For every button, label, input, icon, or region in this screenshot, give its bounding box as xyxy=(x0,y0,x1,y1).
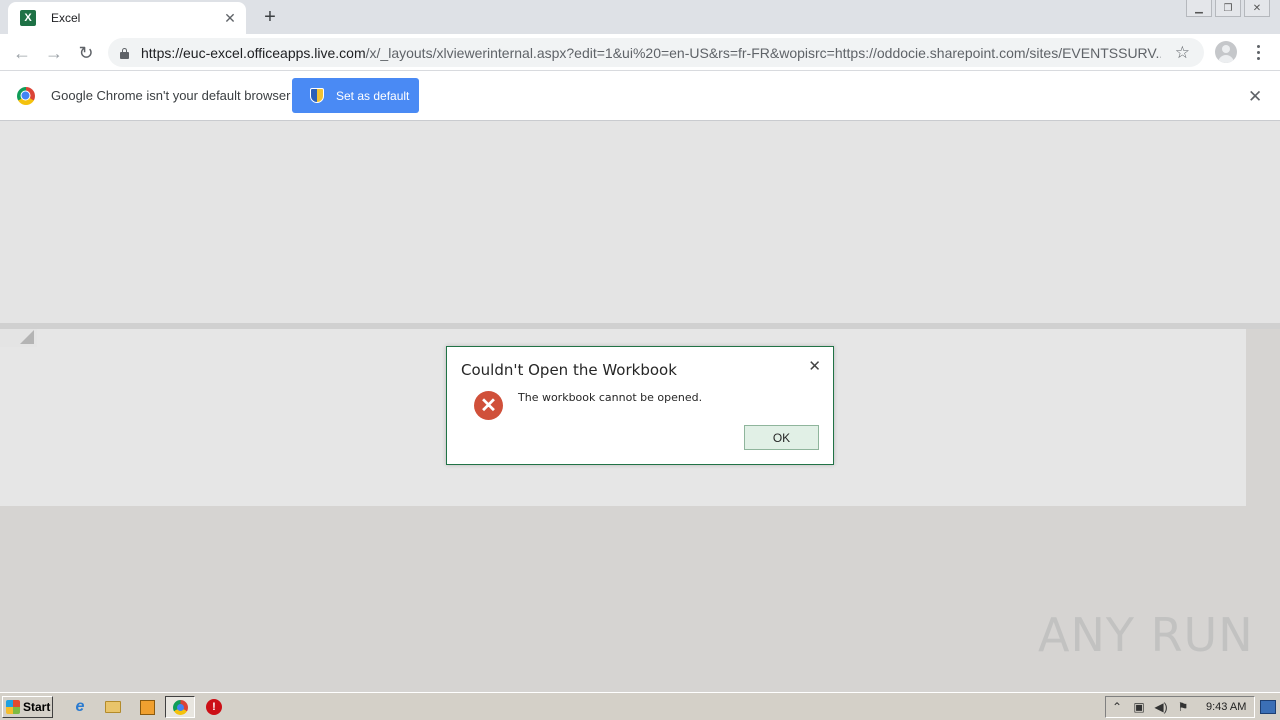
dialog-message: The workbook cannot be opened. xyxy=(518,391,703,404)
excel-icon: X xyxy=(20,10,36,26)
set-as-default-label: Set as default xyxy=(336,88,410,103)
start-label: Start xyxy=(23,700,51,714)
error-dialog: Couldn't Open the Workbook ✕ ✕ The workb… xyxy=(446,346,834,465)
set-as-default-button[interactable]: Set as default xyxy=(292,78,419,113)
action-center-flag-icon[interactable]: ⚑ xyxy=(1172,700,1194,714)
uac-shield-icon xyxy=(310,88,324,103)
infobar-message: Google Chrome isn't your default browser xyxy=(51,88,291,103)
default-browser-infobar: Google Chrome isn't your default browser… xyxy=(0,71,1280,121)
folder-icon[interactable] xyxy=(104,698,122,716)
chrome-icon xyxy=(172,699,188,715)
url-text: https://euc-excel.officeapps.live.com/x/… xyxy=(141,45,1161,61)
chrome-taskbar-button[interactable] xyxy=(165,696,195,718)
volume-icon[interactable]: ◀) xyxy=(1150,700,1172,714)
select-all-corner[interactable] xyxy=(0,329,37,347)
tab-close-icon[interactable]: ✕ xyxy=(222,10,238,26)
media-player-icon[interactable] xyxy=(138,698,156,716)
anyrun-watermark: ANY RUN xyxy=(1038,608,1254,662)
chrome-logo-icon xyxy=(17,87,35,105)
tray-expand-icon[interactable]: ⌃ xyxy=(1106,700,1128,714)
tab-strip: X Excel ✕ + ▁ ❐ ✕ xyxy=(0,0,1280,34)
kebab-menu-icon[interactable] xyxy=(1250,42,1266,62)
tab-excel[interactable]: X Excel ✕ xyxy=(8,2,246,34)
show-desktop-icon[interactable] xyxy=(1260,700,1276,714)
profile-avatar-icon[interactable] xyxy=(1215,41,1237,63)
window-controls: ▁ ❐ ✕ xyxy=(1186,0,1270,17)
dialog-close-icon[interactable]: ✕ xyxy=(808,357,821,375)
restore-button[interactable]: ❐ xyxy=(1215,0,1241,17)
ok-button[interactable]: OK xyxy=(744,425,819,450)
internet-explorer-icon[interactable]: e xyxy=(71,698,89,716)
ribbon-placeholder xyxy=(0,121,1280,323)
minimize-button[interactable]: ▁ xyxy=(1186,0,1212,17)
opera-icon[interactable]: ! xyxy=(205,698,223,716)
url-host: https://euc-excel.officeapps.live.com xyxy=(141,44,366,61)
bookmark-star-icon[interactable]: ☆ xyxy=(1175,43,1190,63)
windows-flag-icon xyxy=(6,700,20,714)
start-button[interactable]: Start xyxy=(2,696,53,718)
infobar-close-icon[interactable]: ✕ xyxy=(1248,87,1262,107)
reload-icon[interactable]: ↻ xyxy=(74,41,98,65)
clock[interactable]: 9:43 AM xyxy=(1206,701,1246,713)
system-tray: ⌃ ▣ ◀) ⚑ 9:43 AM xyxy=(1105,696,1255,718)
back-arrow-icon[interactable]: ← xyxy=(10,41,34,65)
new-tab-button[interactable]: + xyxy=(258,6,282,28)
forward-arrow-icon[interactable]: → xyxy=(42,41,66,65)
error-icon: ✕ xyxy=(474,391,503,420)
browser-toolbar: ← → ↻ https://euc-excel.officeapps.live.… xyxy=(0,34,1280,71)
url-path: /x/_layouts/xlviewerinternal.aspx?edit=1… xyxy=(365,44,1161,61)
address-bar[interactable]: https://euc-excel.officeapps.live.com/x/… xyxy=(108,38,1204,67)
network-icon[interactable]: ▣ xyxy=(1128,700,1150,714)
close-window-button[interactable]: ✕ xyxy=(1244,0,1270,17)
taskbar: Start e ! ⌃ ▣ ◀) ⚑ 9:43 AM xyxy=(0,692,1280,720)
lock-icon[interactable] xyxy=(120,47,130,59)
dialog-title: Couldn't Open the Workbook xyxy=(461,361,677,379)
tab-title: Excel xyxy=(51,11,81,25)
